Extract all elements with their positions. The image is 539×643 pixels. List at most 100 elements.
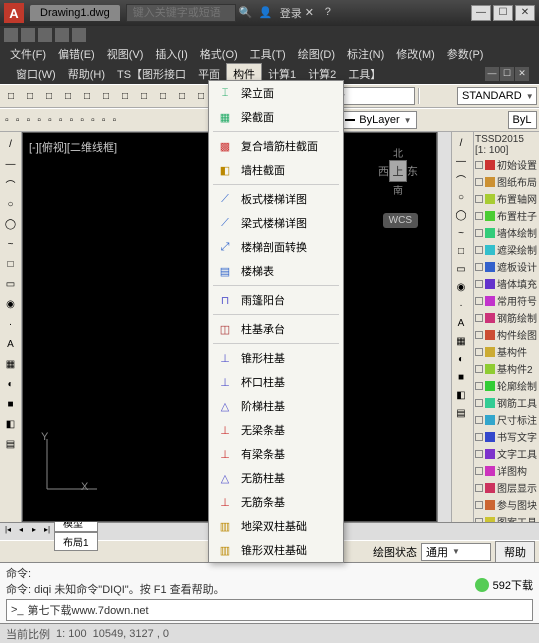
qat-icon[interactable] bbox=[72, 28, 86, 42]
tool-button[interactable]: ▭ bbox=[2, 275, 20, 293]
menu-item[interactable]: 视图(V) bbox=[101, 44, 150, 64]
viewport-scrollbar[interactable] bbox=[437, 132, 451, 522]
dropdown-item[interactable]: ▦梁截面 bbox=[209, 105, 343, 129]
panel-item[interactable]: 常用符号 bbox=[475, 292, 538, 309]
tool-button[interactable]: ◉ bbox=[452, 278, 470, 296]
command-input-text[interactable]: 第七下载www.7down.net bbox=[28, 602, 149, 618]
login-link[interactable]: 登录 bbox=[280, 5, 302, 21]
tool-button[interactable]: A bbox=[452, 314, 470, 332]
tool-button[interactable]: ▦ bbox=[2, 355, 20, 373]
menu-item[interactable]: 工具】 bbox=[342, 64, 387, 84]
toolbar-button[interactable]: ▫ bbox=[110, 111, 120, 129]
dropdown-item[interactable]: ⊥无筋条基 bbox=[209, 490, 343, 514]
tool-button[interactable]: ■ bbox=[2, 395, 20, 413]
tool-button[interactable]: ⌒ bbox=[2, 175, 20, 193]
tool-button[interactable]: ◧ bbox=[452, 386, 470, 404]
menu-item[interactable]: 工具(T) bbox=[244, 44, 292, 64]
panel-item[interactable]: 遮梁绘制 bbox=[475, 241, 538, 258]
exchange-icon[interactable]: ✕ bbox=[305, 6, 319, 20]
cube-north[interactable]: 北 bbox=[378, 145, 418, 160]
panel-item[interactable]: 布置轴网 bbox=[475, 190, 538, 207]
toolbar-button[interactable]: ▫ bbox=[99, 111, 109, 129]
tool-button[interactable]: / bbox=[2, 135, 20, 153]
panel-item[interactable]: 遮板设计 bbox=[475, 258, 538, 275]
tab-nav-next[interactable]: ▸ bbox=[28, 525, 40, 539]
dropdown-item[interactable]: ⟋板式楼梯详图 bbox=[209, 187, 343, 211]
cube-south[interactable]: 南 bbox=[378, 182, 418, 197]
layout-tab[interactable]: 布局1 bbox=[54, 532, 98, 551]
tool-button[interactable]: □ bbox=[2, 255, 20, 273]
file-tab[interactable]: Drawing1.dwg bbox=[30, 5, 120, 21]
wcs-badge[interactable]: WCS bbox=[383, 213, 418, 228]
panel-item[interactable]: 基构件 bbox=[475, 343, 538, 360]
style-combo[interactable]: STANDARD▼ bbox=[457, 87, 537, 105]
toolbar-button[interactable]: ▫ bbox=[45, 111, 55, 129]
help-icon[interactable]: ? bbox=[325, 6, 339, 20]
menu-item[interactable]: 标注(N) bbox=[341, 44, 390, 64]
minimize-button[interactable]: — bbox=[471, 5, 491, 21]
mdi-restore[interactable]: ☐ bbox=[500, 67, 514, 81]
toolbar-button[interactable]: □ bbox=[2, 87, 20, 105]
app-logo[interactable]: A bbox=[4, 3, 24, 23]
tool-button[interactable]: □ bbox=[452, 242, 470, 260]
dropdown-item[interactable]: ◫柱基承台 bbox=[209, 317, 343, 341]
tool-button[interactable]: ⌒ bbox=[452, 170, 470, 188]
toolbar-button[interactable]: ▫ bbox=[88, 111, 98, 129]
panel-item[interactable]: 墙体填充 bbox=[475, 275, 538, 292]
panel-item[interactable]: 钢筋工具 bbox=[475, 394, 538, 411]
tab-nav-prev[interactable]: ◂ bbox=[15, 525, 27, 539]
menu-item[interactable]: 插入(I) bbox=[149, 44, 193, 64]
tool-button[interactable]: ▤ bbox=[452, 404, 470, 422]
tool-button[interactable]: ~ bbox=[2, 235, 20, 253]
tab-nav-first[interactable]: |◂ bbox=[2, 525, 14, 539]
viewport-label[interactable]: [-][俯视][二维线框] bbox=[29, 139, 117, 155]
dropdown-item[interactable]: ⟋梁式楼梯详图 bbox=[209, 211, 343, 235]
tool-button[interactable]: ◉ bbox=[2, 295, 20, 313]
tool-button[interactable]: A bbox=[2, 335, 20, 353]
menu-item[interactable]: 窗口(W) bbox=[10, 64, 62, 84]
toolbar-button[interactable]: □ bbox=[173, 87, 191, 105]
qat-icon[interactable] bbox=[38, 28, 52, 42]
panel-item[interactable]: 轮廓绘制 bbox=[475, 377, 538, 394]
tool-button[interactable]: ~ bbox=[452, 224, 470, 242]
toolbar-button[interactable]: ▫ bbox=[24, 111, 34, 129]
bylayer-combo-2[interactable]: ByLayer▼ bbox=[340, 111, 416, 129]
help-button[interactable]: 帮助 bbox=[495, 541, 535, 563]
toolbar-button[interactable]: □ bbox=[78, 87, 96, 105]
cube-east[interactable]: 东 bbox=[407, 163, 418, 179]
mdi-close[interactable]: ✕ bbox=[515, 67, 529, 81]
menu-item[interactable]: 参数(P) bbox=[441, 44, 490, 64]
panel-item[interactable]: 书写文字 bbox=[475, 428, 538, 445]
tool-button[interactable]: ○ bbox=[452, 188, 470, 206]
cube-top[interactable]: 上 bbox=[389, 160, 407, 182]
panel-item[interactable]: 初始设置 bbox=[475, 156, 538, 173]
toolbar-button[interactable]: ▫ bbox=[56, 111, 66, 129]
dropdown-item[interactable]: ⤢楼梯剖面转换 bbox=[209, 235, 343, 259]
toolbar-button[interactable]: ▫ bbox=[34, 111, 44, 129]
toolbar-button[interactable]: □ bbox=[21, 87, 39, 105]
panel-item[interactable]: 图纸布局 bbox=[475, 173, 538, 190]
tool-button[interactable]: ○ bbox=[2, 195, 20, 213]
tool-button[interactable]: ▤ bbox=[2, 435, 20, 453]
search-icon[interactable]: 🔍 bbox=[239, 6, 253, 20]
status-scale-value[interactable]: 1: 100 bbox=[56, 628, 87, 640]
user-icon[interactable]: 👤 bbox=[259, 6, 273, 20]
panel-item[interactable]: 构件绘图 bbox=[475, 326, 538, 343]
tool-button[interactable]: ▭ bbox=[452, 260, 470, 278]
bylayer-combo-3[interactable]: ByL bbox=[508, 111, 537, 129]
dropdown-item[interactable]: ⊓雨篷阳台 bbox=[209, 288, 343, 312]
dropdown-item[interactable]: ▥地梁双柱基础 bbox=[209, 514, 343, 538]
menu-item[interactable]: TS【图形接口 bbox=[111, 64, 192, 84]
panel-item[interactable]: 详图构 bbox=[475, 462, 538, 479]
menu-item[interactable]: 偏错(E) bbox=[52, 44, 101, 64]
toolbar-button[interactable]: ▫ bbox=[13, 111, 23, 129]
command-input-row[interactable]: >_ 第七下载www.7down.net bbox=[6, 599, 533, 621]
toolbar-button[interactable]: ▫ bbox=[67, 111, 77, 129]
dropdown-item[interactable]: ▤楼梯表 bbox=[209, 259, 343, 283]
toolbar-button[interactable]: □ bbox=[40, 87, 58, 105]
tool-button[interactable]: — bbox=[452, 152, 470, 170]
panel-item[interactable]: 文字工具 bbox=[475, 445, 538, 462]
dropdown-item[interactable]: ⌶梁立面 bbox=[209, 81, 343, 105]
qat-icon[interactable] bbox=[55, 28, 69, 42]
panel-item[interactable]: 尺寸标注 bbox=[475, 411, 538, 428]
